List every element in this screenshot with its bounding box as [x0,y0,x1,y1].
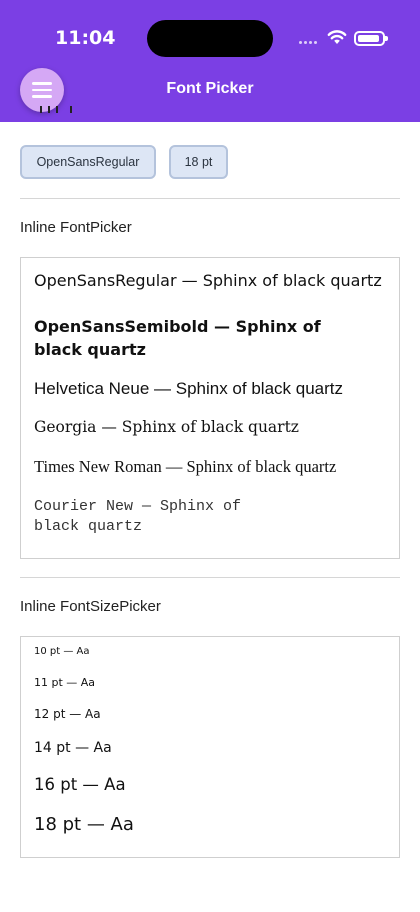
size-option-10[interactable]: 10 pt — Aa [34,646,90,657]
size-option-18[interactable]: 18 pt — Aa [34,814,134,835]
font-option-courier-new[interactable]: Courier New — Sphinx of black quartz [34,497,241,537]
size-option-14[interactable]: 14 pt — Aa [34,740,112,756]
font-option-label: black quartz [34,340,146,359]
font-option-opensans-regular[interactable]: OpenSansRegular — Sphinx of black quartz [34,271,382,290]
size-option-16[interactable]: 16 pt — Aa [34,775,126,794]
size-option-12[interactable]: 12 pt — Aa [34,707,101,721]
page-title: Font Picker [166,80,254,97]
font-option-label: black quartz [34,518,143,535]
cellular-signal-icon [299,41,317,44]
scrolled-off-label [34,106,84,122]
font-size-picker-list: 10 pt — Aa 11 pt — Aa 12 pt — Aa 14 pt —… [20,636,400,858]
font-option-times-new-roman[interactable]: Times New Roman — Sphinx of black quartz [34,457,336,477]
font-size-picker-title: Inline FontSizePicker [20,598,161,615]
divider [20,577,400,578]
font-option-label: Courier New — Sphinx of [34,498,242,515]
app-header: 11:04 Font Picker [0,0,420,122]
divider [20,198,400,199]
status-time: 11:04 [55,27,116,49]
dynamic-island [147,20,273,57]
selected-size-chip[interactable]: 18 pt [169,145,228,179]
font-option-opensans-semibold[interactable]: OpenSansSemibold — Sphinx of black quart… [34,315,321,361]
font-option-label: OpenSansSemibold — Sphinx of [34,317,321,336]
size-option-11[interactable]: 11 pt — Aa [34,676,95,689]
selected-font-chip[interactable]: OpenSansRegular [20,145,156,179]
font-option-georgia[interactable]: Georgia — Sphinx of black quartz [34,418,299,436]
font-picker-list: OpenSansRegular — Sphinx of black quartz… [20,257,400,559]
font-picker-title: Inline FontPicker [20,219,132,236]
battery-icon [354,31,388,46]
font-option-helvetica-neue[interactable]: Helvetica Neue — Sphinx of black quartz [34,379,343,399]
wifi-icon [327,30,347,44]
